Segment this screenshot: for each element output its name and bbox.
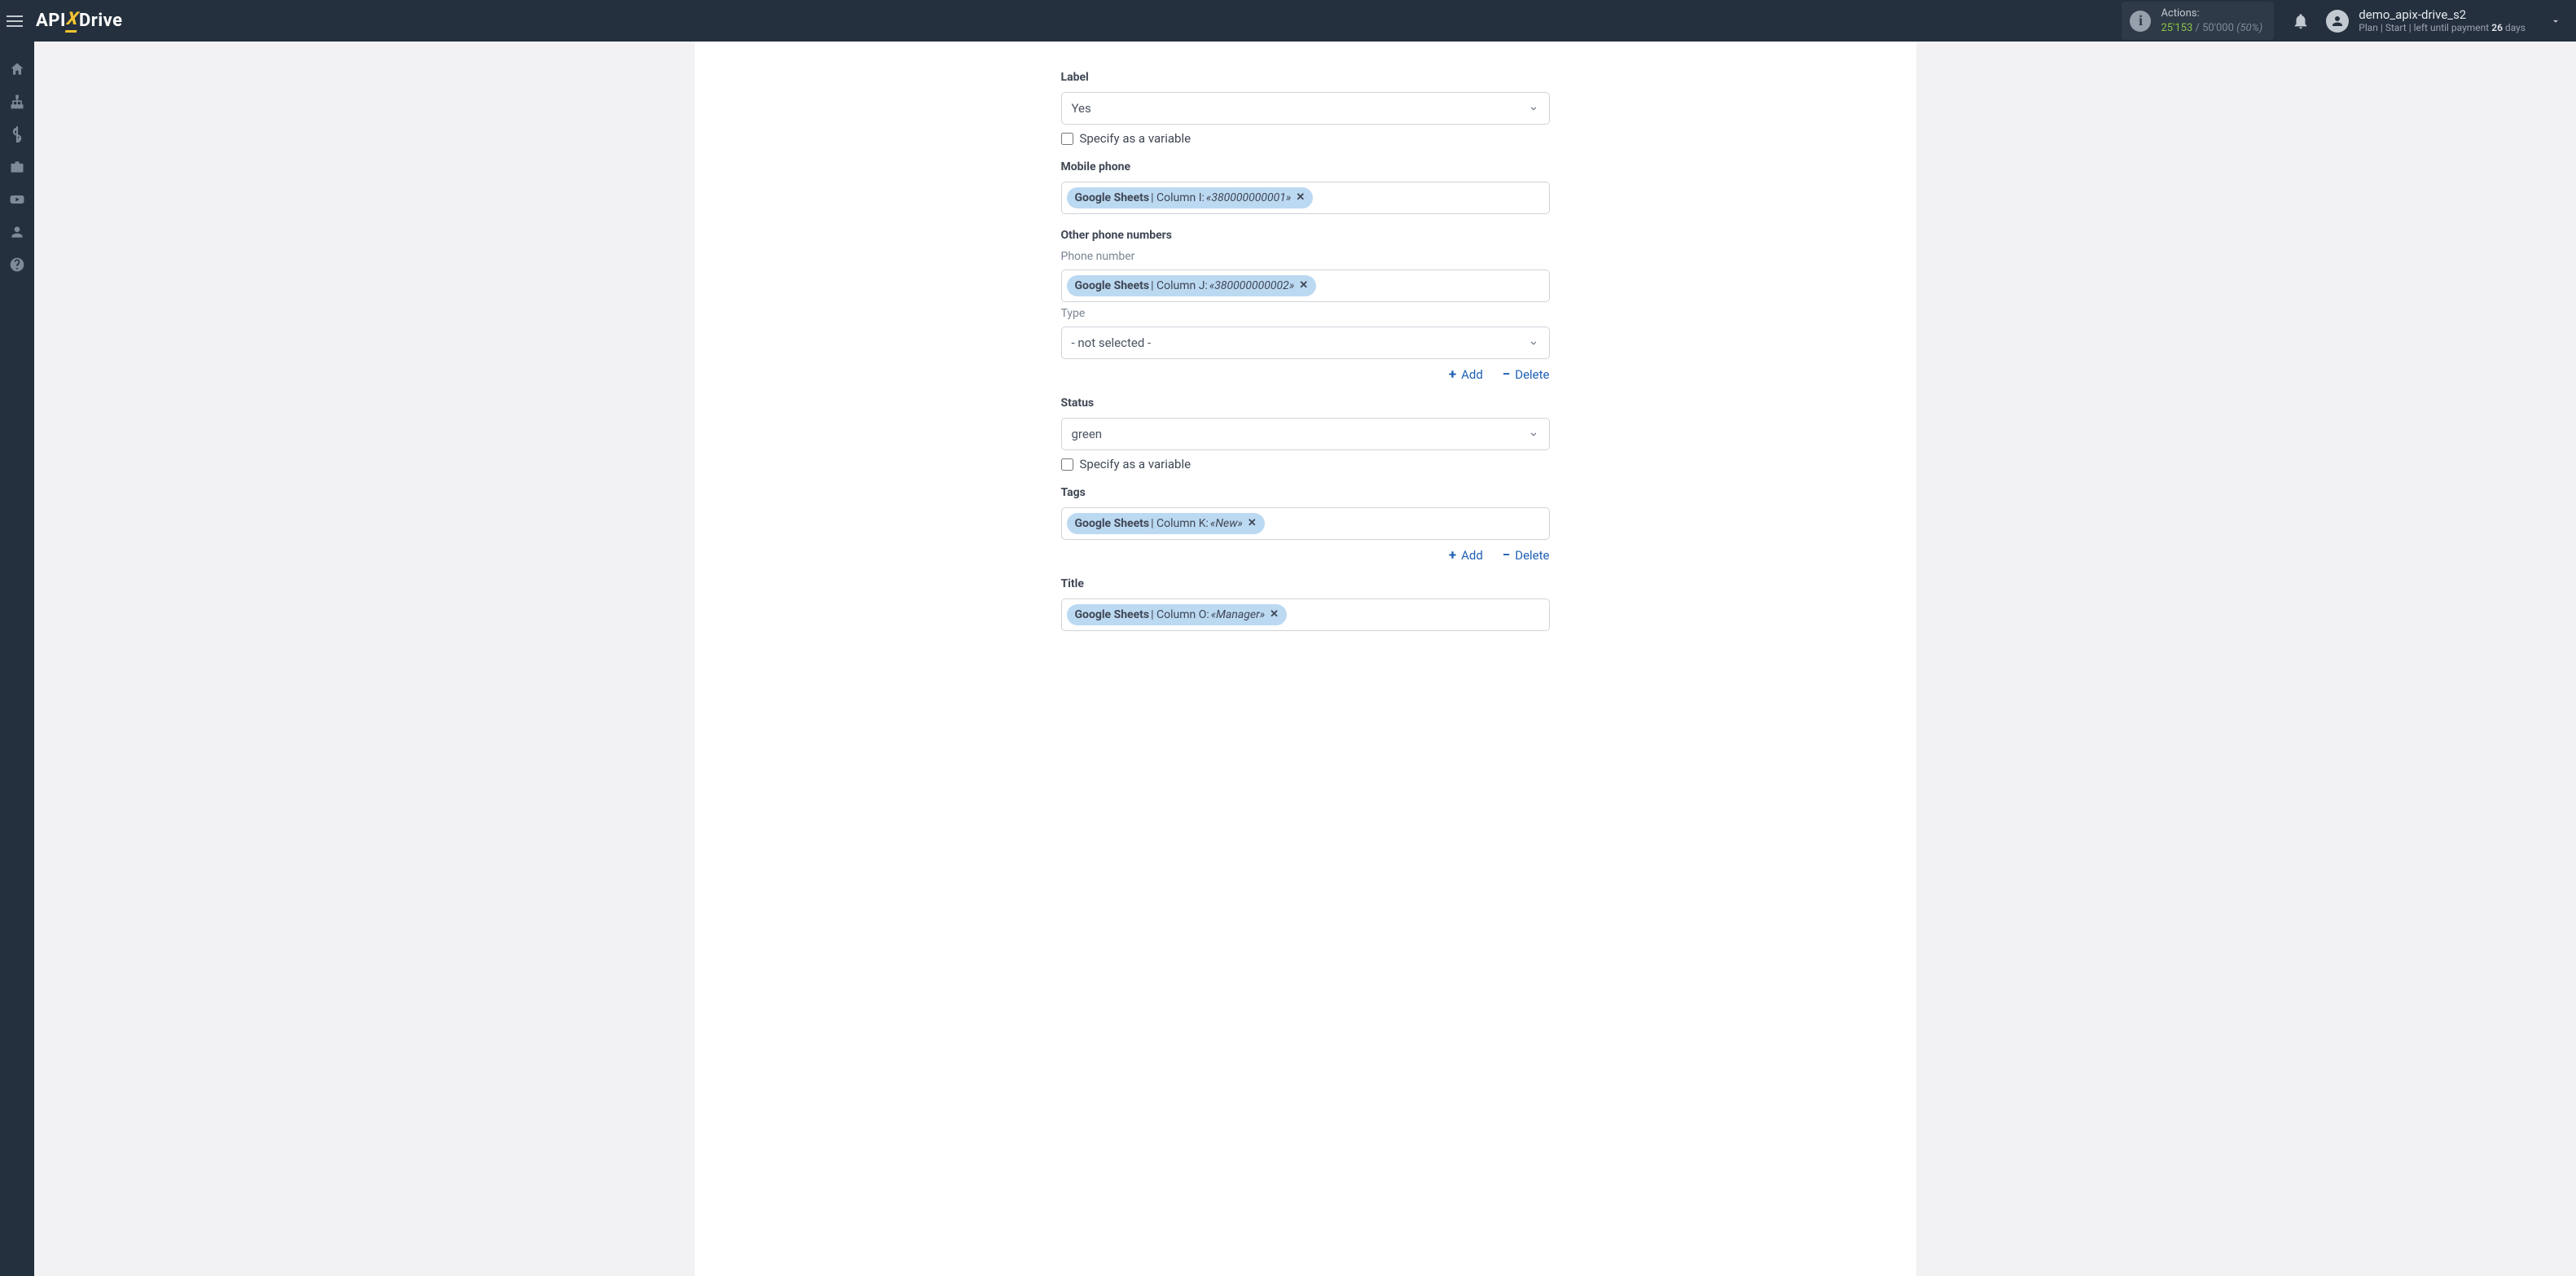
youtube-icon[interactable]: [9, 191, 25, 208]
user-text: demo_apix-drive_s2 Plan | Start | left u…: [2359, 7, 2526, 35]
other-phone-section-title: Other phone numbers: [1061, 229, 1550, 242]
actions-counter[interactable]: i Actions: 25'153 / 50'000 (50%): [2122, 2, 2274, 40]
status-select-value: green: [1072, 427, 1103, 441]
username: demo_apix-drive_s2: [2359, 7, 2526, 23]
plan-info: Plan | Start | left until payment 26 day…: [2359, 22, 2526, 34]
label-select[interactable]: Yes: [1061, 92, 1550, 125]
hamburger-menu-button[interactable]: [7, 11, 26, 31]
help-icon[interactable]: [9, 257, 25, 273]
type-select-value: - not selected -: [1072, 335, 1152, 350]
delete-button[interactable]: −Delete: [1503, 367, 1550, 382]
label-variable-text: Specify as a variable: [1080, 131, 1191, 146]
label-field-title: Label: [1061, 71, 1550, 84]
actions-text: Actions: 25'153 / 50'000 (50%): [2161, 7, 2262, 35]
status-field-title: Status: [1061, 397, 1550, 410]
tags-chip: Google Sheets | Column K: «New» ✕: [1067, 513, 1265, 534]
label-select-value: Yes: [1072, 101, 1091, 116]
type-select[interactable]: - not selected -: [1061, 327, 1550, 359]
brand-logo[interactable]: API X Drive: [36, 9, 123, 33]
chevron-down-icon: [1528, 103, 1539, 114]
mobile-chip: Google Sheets | Column I: «380000000001»…: [1067, 187, 1314, 208]
remove-chip-icon[interactable]: ✕: [1248, 516, 1257, 532]
topbar: API X Drive i Actions: 25'153 / 50'000 (…: [0, 0, 2576, 42]
label-variable-checkbox-row[interactable]: Specify as a variable: [1061, 131, 1550, 146]
form-card: Label Yes Specify as a variable Mobile p…: [695, 42, 1916, 1276]
user-icon[interactable]: [9, 224, 25, 240]
chevron-down-icon: [1528, 337, 1539, 349]
type-sublabel: Type: [1061, 307, 1550, 320]
notifications-icon[interactable]: [2292, 12, 2310, 30]
hierarchy-icon[interactable]: [9, 94, 25, 110]
remove-chip-icon[interactable]: ✕: [1296, 191, 1305, 206]
title-input[interactable]: Google Sheets | Column O: «Manager» ✕: [1061, 599, 1550, 631]
delete-button[interactable]: −Delete: [1503, 548, 1550, 563]
plus-icon: +: [1449, 368, 1456, 382]
briefcase-icon[interactable]: [9, 159, 25, 175]
status-select[interactable]: green: [1061, 418, 1550, 450]
mobile-input[interactable]: Google Sheets | Column I: «380000000001»…: [1061, 182, 1550, 214]
brand-api: API: [36, 11, 66, 31]
actions-used: 25'153: [2161, 22, 2192, 34]
mobile-field-title: Mobile phone: [1061, 160, 1550, 173]
title-chip: Google Sheets | Column O: «Manager» ✕: [1067, 604, 1288, 625]
tags-input[interactable]: Google Sheets | Column K: «New» ✕: [1061, 507, 1550, 540]
title-field-title: Title: [1061, 577, 1550, 590]
remove-chip-icon[interactable]: ✕: [1299, 278, 1308, 294]
user-menu[interactable]: demo_apix-drive_s2 Plan | Start | left u…: [2326, 7, 2561, 35]
dollar-icon[interactable]: [9, 126, 25, 143]
chevron-down-icon: [1528, 428, 1539, 440]
brand-x: X: [65, 9, 80, 33]
other-phone-sublabel: Phone number: [1061, 250, 1550, 263]
home-icon[interactable]: [9, 61, 25, 77]
other-phone-input[interactable]: Google Sheets | Column J: «380000000002»…: [1061, 270, 1550, 302]
plus-icon: +: [1449, 549, 1456, 563]
avatar-icon: [2326, 10, 2349, 33]
remove-chip-icon[interactable]: ✕: [1270, 607, 1279, 623]
minus-icon: −: [1503, 368, 1510, 382]
info-icon: i: [2130, 11, 2151, 32]
status-variable-checkbox-row[interactable]: Specify as a variable: [1061, 457, 1550, 471]
add-button[interactable]: +Add: [1449, 367, 1483, 382]
actions-label: Actions:: [2161, 7, 2262, 21]
other-phone-chip: Google Sheets | Column J: «380000000002»…: [1067, 275, 1317, 296]
minus-icon: −: [1503, 549, 1510, 563]
add-button[interactable]: +Add: [1449, 548, 1483, 563]
sidebar: [0, 42, 34, 1276]
label-variable-checkbox[interactable]: [1061, 133, 1073, 145]
brand-drive: Drive: [79, 11, 123, 31]
actions-percent: (50%): [2236, 22, 2262, 34]
tags-field-title: Tags: [1061, 486, 1550, 499]
status-variable-text: Specify as a variable: [1080, 457, 1191, 471]
chevron-down-icon: [2550, 15, 2561, 27]
status-variable-checkbox[interactable]: [1061, 458, 1073, 471]
